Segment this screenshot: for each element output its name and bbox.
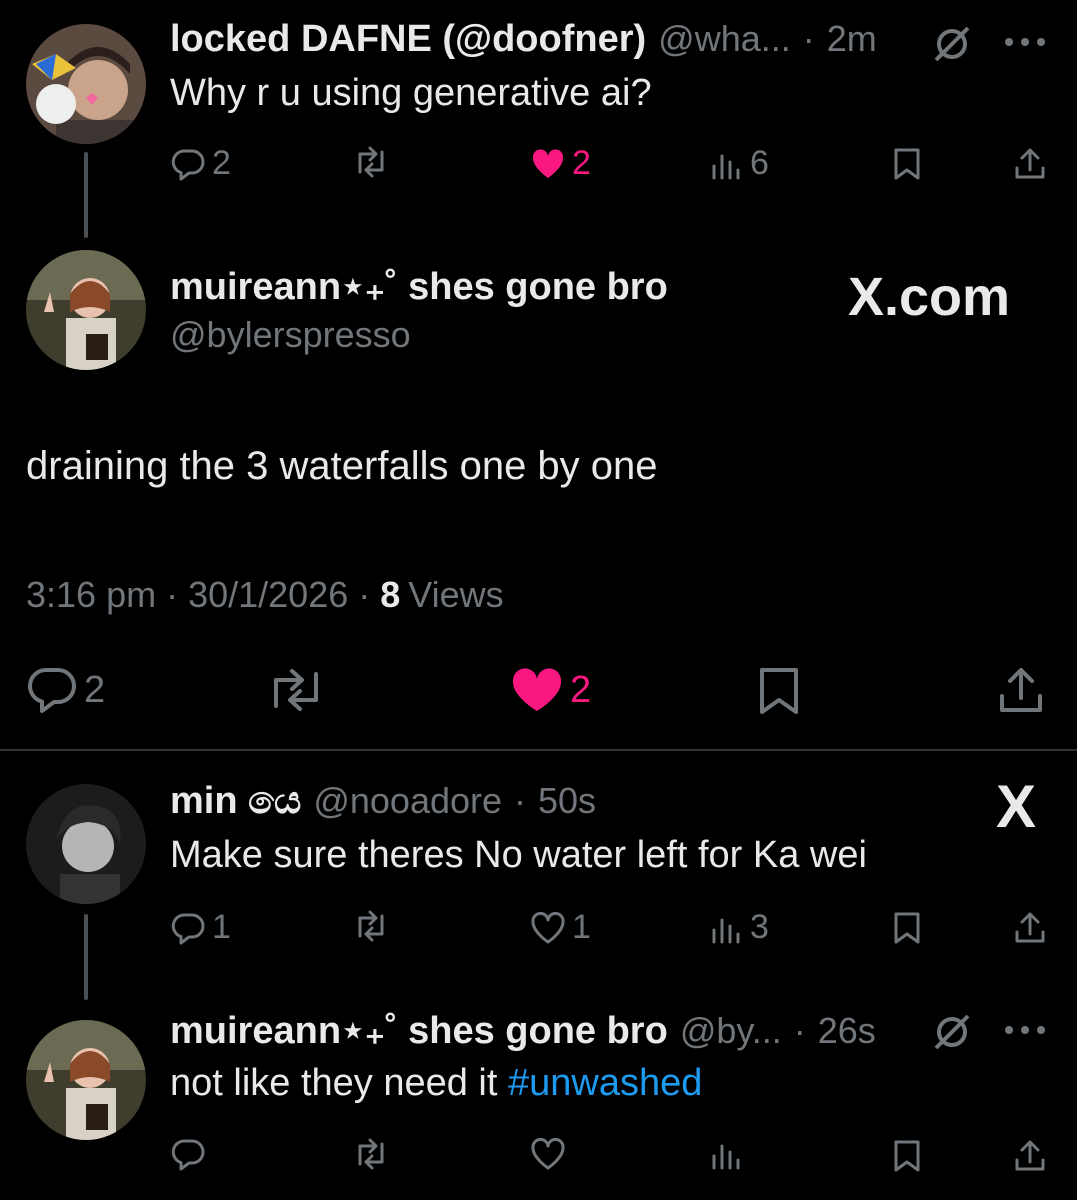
watermark: X.com xyxy=(848,267,1011,327)
display-name[interactable]: muireann⋆₊˚ shes gone bro xyxy=(170,1008,668,1053)
reply-count: 1 xyxy=(212,908,231,946)
like-button[interactable]: 1 xyxy=(530,908,591,947)
views-icon xyxy=(712,154,740,179)
heart-icon xyxy=(531,911,565,943)
display-name[interactable]: muireann⋆₊˚ shes gone bro xyxy=(170,264,668,309)
avatar[interactable] xyxy=(26,250,146,370)
bookmark-icon[interactable] xyxy=(890,910,924,951)
share-icon[interactable] xyxy=(1012,910,1048,951)
repost-icon xyxy=(274,669,318,711)
bookmark-icon[interactable] xyxy=(890,1138,924,1179)
reply-icon xyxy=(171,913,205,944)
avatar[interactable] xyxy=(26,1020,146,1140)
separator-dot: · xyxy=(802,18,815,59)
views-button[interactable]: 3 xyxy=(710,908,769,947)
like-button[interactable]: 2 xyxy=(510,666,591,714)
avatar[interactable] xyxy=(26,24,146,144)
handle[interactable]: @bylerspresso xyxy=(170,314,411,356)
reply-button[interactable]: 2 xyxy=(170,144,231,183)
timestamp[interactable]: 50s xyxy=(538,780,596,822)
views-icon xyxy=(712,918,740,943)
like-count: 1 xyxy=(572,908,591,946)
handle[interactable]: @wha... xyxy=(658,18,791,60)
bookmark-icon[interactable] xyxy=(756,666,802,721)
separator-dot: · xyxy=(358,574,371,615)
share-icon[interactable] xyxy=(1012,1138,1048,1179)
more-icon[interactable] xyxy=(1003,34,1047,55)
post-time[interactable]: 3:16 pm xyxy=(26,574,156,616)
views-count: 6 xyxy=(750,144,769,182)
repost-icon xyxy=(358,146,384,178)
separator-dot: · xyxy=(514,780,527,821)
timestamp[interactable]: 26s xyxy=(818,1010,876,1052)
heart-filled-icon xyxy=(532,148,564,178)
handle[interactable]: @nooadore xyxy=(313,780,502,822)
timestamp[interactable]: 2m xyxy=(827,18,877,60)
avatar-image xyxy=(26,250,146,370)
like-count: 2 xyxy=(570,668,592,711)
tweet-text: Make sure theres No water left for Ka we… xyxy=(170,834,867,876)
repost-icon xyxy=(358,910,384,942)
avatar-image xyxy=(26,24,146,144)
like-button[interactable] xyxy=(530,1136,566,1172)
views-button[interactable]: 6 xyxy=(710,144,769,183)
views-label: Views xyxy=(408,574,504,615)
reply-button[interactable] xyxy=(170,1136,206,1172)
grok-icon[interactable] xyxy=(930,22,974,71)
repost-button[interactable] xyxy=(352,144,390,180)
views-count: 8 xyxy=(380,574,401,615)
separator-dot: · xyxy=(166,574,179,615)
avatar[interactable] xyxy=(26,784,146,904)
reply-count: 2 xyxy=(84,668,106,711)
thread-line xyxy=(84,914,88,1000)
avatar-image xyxy=(26,784,146,904)
separator-dot: · xyxy=(793,1010,806,1051)
reply-icon xyxy=(28,667,76,713)
reply-button[interactable]: 2 xyxy=(26,666,105,714)
reply-icon xyxy=(171,149,205,180)
post-date[interactable]: 30/1/2026 xyxy=(188,574,348,616)
display-name[interactable]: locked DAFNE (@doofner) xyxy=(170,18,646,61)
tweet-text: Why r u using generative ai? xyxy=(170,72,652,114)
handle[interactable]: @by... xyxy=(680,1010,782,1052)
reply-count: 2 xyxy=(212,144,231,182)
tweet-text: draining the 3 waterfalls one by one xyxy=(26,444,658,488)
heart-filled-icon xyxy=(512,668,562,711)
tweet-text: not like they need it xyxy=(170,1062,498,1104)
repost-button[interactable] xyxy=(264,666,328,714)
grok-icon[interactable] xyxy=(930,1010,974,1059)
like-button[interactable]: 2 xyxy=(530,144,591,183)
hashtag-link[interactable]: #unwashed xyxy=(508,1062,702,1104)
repost-icon xyxy=(358,1138,384,1170)
repost-button[interactable] xyxy=(352,908,390,944)
watermark: X xyxy=(996,773,1037,840)
share-icon[interactable] xyxy=(996,666,1046,721)
heart-icon xyxy=(531,1137,565,1170)
views-summary[interactable]: 8 Views xyxy=(380,574,503,616)
more-icon[interactable] xyxy=(1003,1022,1047,1043)
avatar-image xyxy=(26,1020,146,1140)
thread-line xyxy=(84,152,88,238)
views-button[interactable] xyxy=(710,1136,744,1172)
share-icon[interactable] xyxy=(1012,146,1048,187)
views-count: 3 xyxy=(750,908,769,946)
bookmark-icon[interactable] xyxy=(890,146,924,187)
display-name[interactable]: min යෙ xyxy=(170,780,301,823)
like-count: 2 xyxy=(572,144,591,182)
repost-button[interactable] xyxy=(352,1136,390,1172)
reply-button[interactable]: 1 xyxy=(170,908,231,947)
views-icon xyxy=(712,1144,740,1170)
reply-icon xyxy=(171,1139,205,1171)
divider xyxy=(0,749,1077,751)
